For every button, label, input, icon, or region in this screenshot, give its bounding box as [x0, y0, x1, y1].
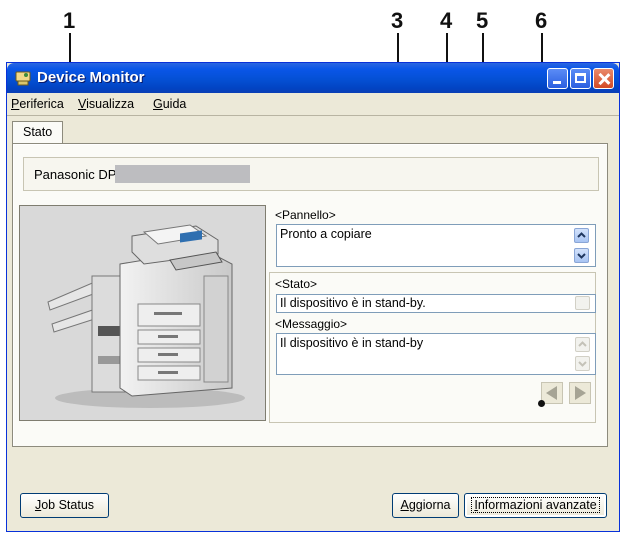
menu-separator: [7, 115, 619, 116]
stato-tab-panel: Panasonic DP <Pannello> Pronto a copiare…: [12, 143, 608, 447]
menu-periferica[interactable]: Periferica: [11, 97, 64, 111]
menu-guida[interactable]: Guida: [153, 97, 186, 111]
panel-label: <Pannello>: [275, 208, 336, 222]
title-bar[interactable]: Device Monitor: [7, 63, 619, 93]
device-picture: [19, 205, 266, 421]
device-model-redaction: [115, 165, 250, 183]
device-monitor-app-icon: [15, 71, 31, 86]
message-text: Il dispositivo è in stand-by: [280, 336, 424, 350]
device-name: Panasonic DP: [34, 167, 117, 182]
callout-6: 6: [535, 8, 548, 33]
status-text: Il dispositivo è in stand-by.: [280, 296, 426, 310]
panel-scroll-up-button[interactable]: [574, 228, 589, 243]
arrow-left-icon: [546, 386, 557, 400]
callout-1: 1: [63, 8, 76, 33]
tab-stato[interactable]: Stato: [12, 121, 64, 143]
maximize-button[interactable]: [570, 68, 591, 89]
job-status-button[interactable]: Job Status: [20, 493, 109, 518]
menu-bar: Periferica Visualizza Guida: [7, 94, 619, 114]
callout-6-dot: [538, 400, 545, 407]
callout-3: 3: [391, 8, 404, 33]
close-button[interactable]: [593, 68, 614, 89]
copier-illustration: [47, 224, 245, 408]
status-label: <Stato>: [275, 277, 318, 291]
chevron-down-icon: [578, 361, 587, 367]
message-scroll-down-button[interactable]: [575, 356, 590, 371]
device-name-box: Panasonic DP: [23, 157, 599, 191]
panel-scroll-down-button[interactable]: [574, 248, 589, 263]
message-label: <Messaggio>: [275, 317, 348, 331]
window-title: Device Monitor: [37, 69, 145, 86]
menu-visualizza[interactable]: Visualizza: [78, 97, 134, 111]
chevron-up-icon: [577, 232, 586, 238]
minimize-button[interactable]: [547, 68, 568, 89]
arrow-right-icon: [575, 386, 586, 400]
status-spinner: [575, 296, 590, 310]
message-scroll-up-button[interactable]: [575, 337, 590, 352]
device-monitor-window: Device Monitor Periferica Visualizza Gui…: [6, 62, 620, 532]
message-text-box: Il dispositivo è in stand-by: [276, 333, 596, 375]
refresh-button[interactable]: Aggiorna: [392, 493, 459, 518]
next-message-button[interactable]: [569, 382, 591, 404]
chevron-down-icon: [577, 253, 586, 259]
advanced-info-button[interactable]: Informazioni avanzate: [464, 493, 607, 518]
chevron-up-icon: [578, 341, 587, 347]
callout-5: 5: [476, 8, 489, 33]
panel-text: Pronto a copiare: [280, 227, 372, 241]
status-text-box: Il dispositivo è in stand-by.: [276, 294, 596, 313]
callout-4: 4: [440, 8, 453, 33]
panel-text-box: Pronto a copiare: [276, 224, 596, 267]
